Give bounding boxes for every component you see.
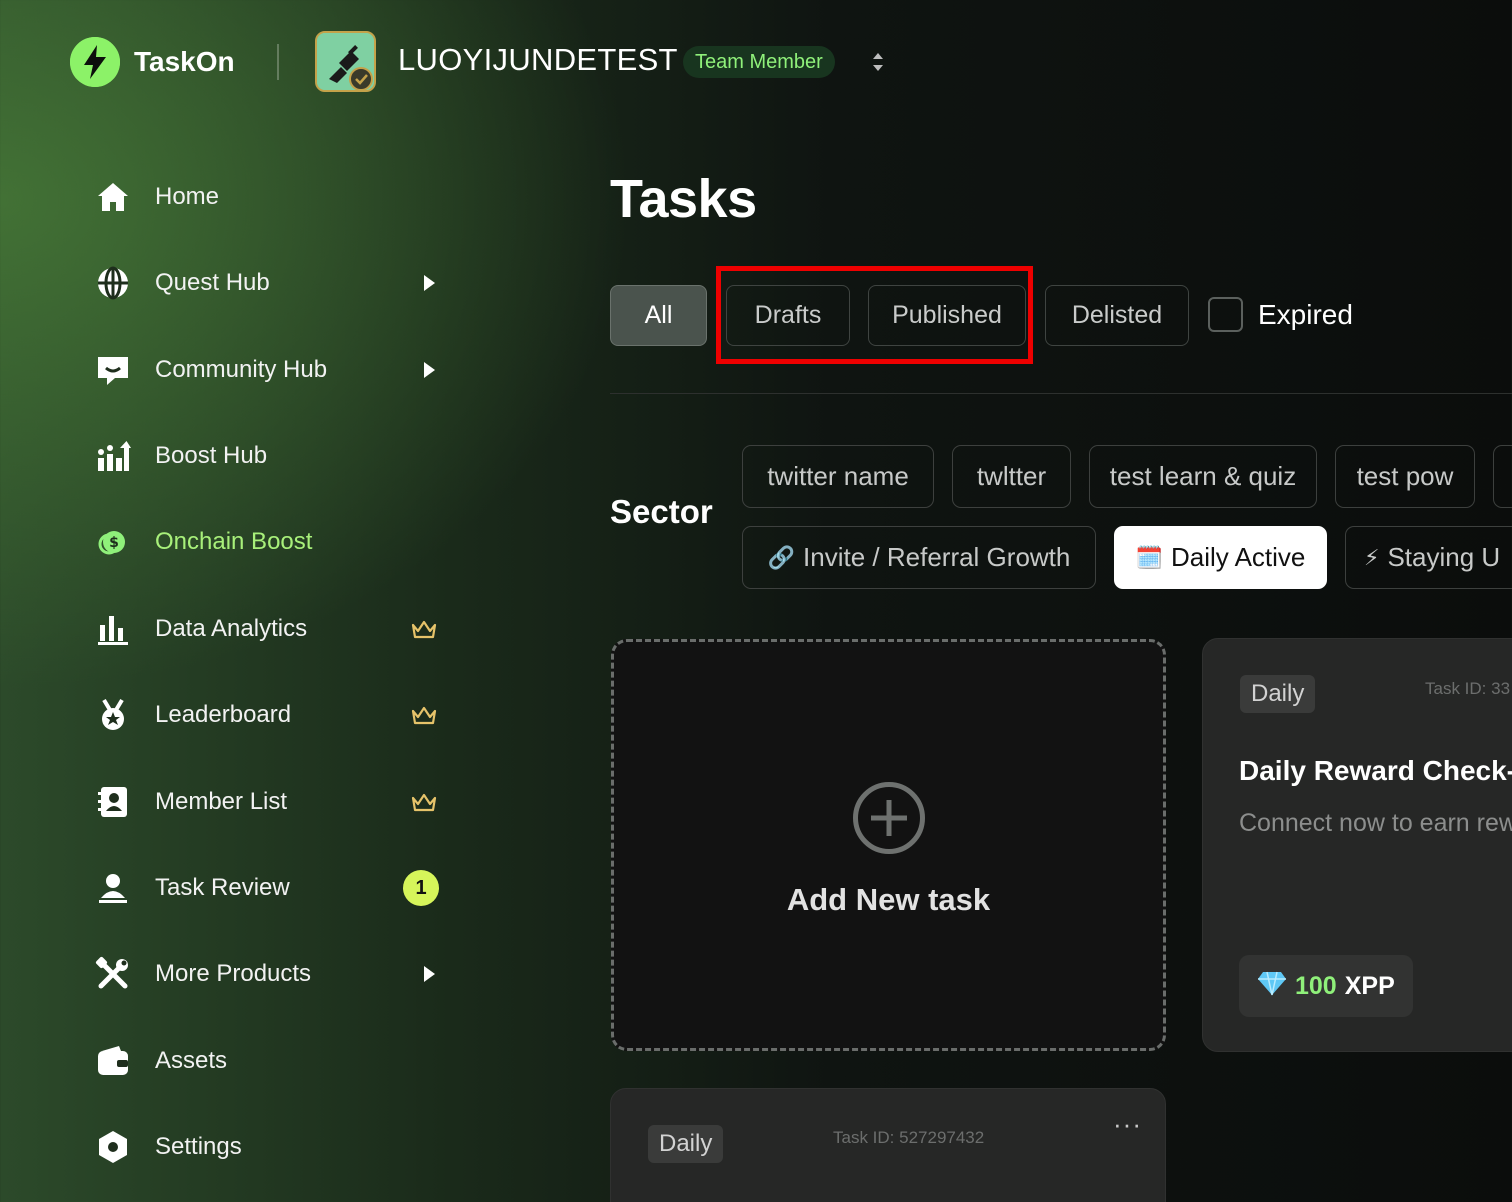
sidebar-item-community-hub[interactable]: Community Hub xyxy=(94,345,444,395)
project-avatar[interactable] xyxy=(315,31,376,92)
plus-circle-icon xyxy=(852,782,925,854)
sidebar-item-task-review[interactable]: Task Review 1 xyxy=(94,863,444,913)
taskon-logo[interactable]: TaskOn xyxy=(70,37,235,87)
add-new-task-card[interactable]: Add New task xyxy=(611,639,1166,1051)
sector-chip-staying[interactable]: ⚡ Staying U xyxy=(1345,526,1512,589)
add-new-task-label: Add New task xyxy=(786,882,991,917)
expired-label: Expired xyxy=(1258,298,1353,330)
sidebar-item-assets[interactable]: Assets xyxy=(94,1036,444,1086)
medal-icon xyxy=(94,696,132,734)
link-icon: 🔗 xyxy=(767,544,796,570)
calendar-icon: 🗓️ xyxy=(1135,544,1163,570)
tools-icon xyxy=(94,955,132,993)
diamond-icon xyxy=(1257,970,1287,1003)
bar-chart-icon xyxy=(94,610,132,648)
sector-chip[interactable]: twitter name xyxy=(742,445,934,508)
filter-all-tab[interactable]: All xyxy=(610,285,707,346)
lightning-logo-icon xyxy=(70,37,120,87)
sector-chip[interactable]: test learn & quiz xyxy=(1089,445,1317,508)
sidebar-item-boost-hub[interactable]: Boost Hub xyxy=(94,431,444,481)
expired-filter[interactable]: Expired xyxy=(1208,297,1353,332)
globe-icon xyxy=(94,264,132,302)
sidebar-item-leaderboard[interactable]: Leaderboard xyxy=(94,690,444,740)
project-name[interactable]: LUOYIJUNDETEST xyxy=(398,42,678,78)
sector-chip-overflow[interactable] xyxy=(1493,445,1512,508)
home-icon xyxy=(94,178,132,216)
svg-text:$: $ xyxy=(109,535,119,551)
chat-icon xyxy=(94,351,132,389)
lightning-icon: ⚡ xyxy=(1364,544,1380,570)
task-title: Daily Reward Check- xyxy=(1239,755,1512,786)
chevron-right-icon[interactable] xyxy=(424,362,435,378)
role-badge: Team Member xyxy=(683,46,835,78)
task-card[interactable]: Daily Task ID: 527297432 ··· xyxy=(610,1088,1166,1202)
reward-unit: XPP xyxy=(1344,971,1395,1000)
coin-icon: $ xyxy=(94,523,132,561)
task-review-count-badge: 1 xyxy=(403,870,439,906)
task-card[interactable]: Daily Task ID: 33 Daily Reward Check- Co… xyxy=(1202,638,1512,1052)
sidebar-item-quest-hub[interactable]: Quest Hub xyxy=(94,258,444,308)
filter-delisted-tab[interactable]: Delisted xyxy=(1045,285,1189,346)
task-frequency-tag: Daily xyxy=(648,1125,724,1163)
section-divider xyxy=(610,393,1512,394)
sector-chip-invite-referral[interactable]: 🔗 Invite / Referral Growth xyxy=(742,526,1096,589)
wallet-icon xyxy=(94,1042,132,1080)
settings-icon xyxy=(94,1128,132,1166)
sector-chip[interactable]: test pow xyxy=(1335,445,1475,508)
task-id: Task ID: 527297432 xyxy=(833,1128,985,1147)
contacts-icon xyxy=(94,783,132,821)
chevron-right-icon[interactable] xyxy=(424,966,435,982)
sidebar-item-home[interactable]: Home xyxy=(94,172,444,222)
switch-project-icon[interactable] xyxy=(868,48,888,76)
reward-amount: 100 xyxy=(1295,971,1337,1000)
sidebar-item-onchain-boost[interactable]: $ Onchain Boost xyxy=(94,517,444,567)
crown-icon xyxy=(410,617,438,641)
sector-chip-daily-active[interactable]: 🗓️ Daily Active xyxy=(1114,526,1327,589)
task-reward: 100 XPP xyxy=(1239,955,1413,1017)
sector-chip[interactable]: twltter xyxy=(952,445,1071,508)
page-title: Tasks xyxy=(610,169,757,229)
sidebar-item-more-products[interactable]: More Products xyxy=(94,949,444,999)
expired-checkbox[interactable] xyxy=(1208,297,1243,332)
sector-label: Sector xyxy=(610,493,713,530)
crown-icon xyxy=(410,790,438,814)
crown-icon xyxy=(410,703,438,727)
growth-icon xyxy=(94,437,132,475)
header-divider xyxy=(277,44,279,80)
sidebar-item-data-analytics[interactable]: Data Analytics xyxy=(94,604,444,654)
task-frequency-tag: Daily xyxy=(1240,675,1316,713)
chevron-right-icon[interactable] xyxy=(424,275,435,291)
highlight-annotation-box xyxy=(716,266,1033,364)
sidebar-item-member-list[interactable]: Member List xyxy=(94,777,444,827)
task-id: Task ID: 33 xyxy=(1425,679,1511,698)
task-description: Connect now to earn rew xyxy=(1239,809,1512,837)
user-icon xyxy=(94,869,132,907)
app-name: TaskOn xyxy=(134,46,235,77)
sidebar-item-settings[interactable]: Settings xyxy=(94,1122,444,1172)
more-options-icon[interactable]: ··· xyxy=(1113,1109,1142,1140)
